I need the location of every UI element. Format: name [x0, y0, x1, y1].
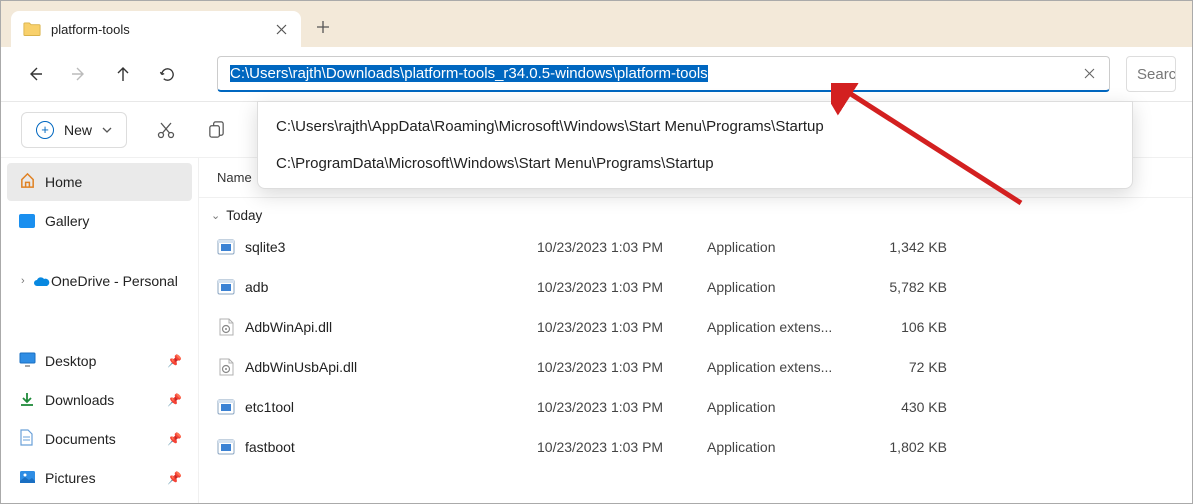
- dll-icon: [217, 318, 235, 336]
- file-type: Application extens...: [707, 359, 877, 375]
- file-name: etc1tool: [245, 399, 294, 415]
- copy-icon[interactable]: [205, 119, 227, 141]
- sidebar-label: Pictures: [45, 470, 96, 486]
- pin-icon: 📌: [167, 432, 182, 446]
- application-icon: [217, 278, 235, 296]
- back-button[interactable]: [17, 56, 53, 92]
- file-row[interactable]: sqlite3 10/23/2023 1:03 PMApplication1,34…: [199, 227, 1192, 267]
- new-button-label: New: [64, 122, 92, 138]
- file-row[interactable]: AdbWinApi.dll 10/23/2023 1:03 PMApplicati…: [199, 307, 1192, 347]
- file-date: 10/23/2023 1:03 PM: [537, 279, 707, 295]
- up-button[interactable]: [105, 56, 141, 92]
- folder-icon: [23, 22, 41, 36]
- sidebar-item-documents[interactable]: Documents 📌: [7, 420, 192, 458]
- pin-icon: 📌: [167, 354, 182, 368]
- chevron-down-icon: [102, 127, 112, 133]
- new-tab-button[interactable]: [305, 9, 341, 45]
- file-size: 106 KB: [877, 319, 977, 335]
- suggestion-item[interactable]: C:\Users\rajth\AppData\Roaming\Microsoft…: [258, 108, 1132, 145]
- titlebar: platform-tools: [1, 1, 1192, 47]
- new-button[interactable]: + New: [21, 112, 127, 148]
- application-icon: [217, 438, 235, 456]
- file-size: 1,342 KB: [877, 239, 977, 255]
- application-icon: [217, 238, 235, 256]
- file-row[interactable]: AdbWinUsbApi.dll 10/23/2023 1:03 PMApplic…: [199, 347, 1192, 387]
- search-input[interactable]: Search: [1126, 56, 1176, 92]
- file-size: 72 KB: [877, 359, 977, 375]
- file-name: fastboot: [245, 439, 295, 455]
- file-size: 5,782 KB: [877, 279, 977, 295]
- file-name: AdbWinApi.dll: [245, 319, 332, 335]
- file-row[interactable]: etc1tool 10/23/2023 1:03 PMApplication430…: [199, 387, 1192, 427]
- pictures-icon: [19, 470, 36, 487]
- file-size: 1,802 KB: [877, 439, 977, 455]
- file-name: adb: [245, 279, 268, 295]
- address-suggestions-dropdown: C:\Users\rajth\AppData\Roaming\Microsoft…: [257, 101, 1133, 189]
- application-icon: [217, 398, 235, 416]
- chevron-right-icon: ›: [21, 275, 25, 287]
- sidebar-label: Gallery: [45, 213, 89, 229]
- gallery-icon: [19, 214, 35, 228]
- sidebar-item-downloads[interactable]: Downloads 📌: [7, 381, 192, 419]
- chevron-down-icon: ⌄: [211, 209, 220, 222]
- file-date: 10/23/2023 1:03 PM: [537, 319, 707, 335]
- clear-address-button[interactable]: [1077, 62, 1101, 86]
- home-icon: [19, 172, 36, 192]
- file-name: AdbWinUsbApi.dll: [245, 359, 357, 375]
- group-label: Today: [226, 208, 262, 223]
- sidebar-label: Desktop: [45, 353, 96, 369]
- sidebar-label: Documents: [45, 431, 116, 447]
- sidebar-item-gallery[interactable]: Gallery: [7, 202, 192, 240]
- pin-icon: 📌: [167, 471, 182, 485]
- refresh-button[interactable]: [149, 56, 185, 92]
- file-date: 10/23/2023 1:03 PM: [537, 439, 707, 455]
- tab-close-button[interactable]: [273, 21, 289, 37]
- file-type: Application: [707, 399, 877, 415]
- file-name: sqlite3: [245, 239, 285, 255]
- file-type: Application: [707, 439, 877, 455]
- toolbar: C:\Users\rajth\Downloads\platform-tools_…: [1, 47, 1192, 102]
- group-header-today[interactable]: ⌄ Today: [199, 198, 1192, 227]
- file-date: 10/23/2023 1:03 PM: [537, 359, 707, 375]
- sidebar-label: OneDrive - Personal: [51, 273, 178, 289]
- pin-icon: 📌: [167, 393, 182, 407]
- file-list: Name Date modified Type Size ⌄ Today sql…: [199, 158, 1192, 503]
- sidebar: Home Gallery › OneDrive - Personal Deskt…: [1, 158, 199, 503]
- file-date: 10/23/2023 1:03 PM: [537, 239, 707, 255]
- plus-icon: +: [36, 121, 54, 139]
- desktop-icon: [19, 352, 36, 370]
- downloads-icon: [19, 391, 35, 410]
- file-type: Application: [707, 279, 877, 295]
- address-bar[interactable]: C:\Users\rajth\Downloads\platform-tools_…: [217, 56, 1110, 92]
- sidebar-item-pictures[interactable]: Pictures 📌: [7, 459, 192, 497]
- forward-button[interactable]: [61, 56, 97, 92]
- sidebar-label: Home: [45, 174, 82, 190]
- file-type: Application: [707, 239, 877, 255]
- suggestion-item[interactable]: C:\ProgramData\Microsoft\Windows\Start M…: [258, 145, 1132, 182]
- tab[interactable]: platform-tools: [11, 11, 301, 47]
- file-date: 10/23/2023 1:03 PM: [537, 399, 707, 415]
- file-type: Application extens...: [707, 319, 877, 335]
- dll-icon: [217, 358, 235, 376]
- sidebar-item-home[interactable]: Home: [7, 163, 192, 201]
- file-row[interactable]: fastboot 10/23/2023 1:03 PMApplication1,8…: [199, 427, 1192, 467]
- cut-icon[interactable]: [155, 119, 177, 141]
- sidebar-item-onedrive[interactable]: › OneDrive - Personal: [7, 262, 192, 300]
- address-input[interactable]: C:\Users\rajth\Downloads\platform-tools_…: [226, 63, 1077, 84]
- onedrive-icon: [33, 275, 51, 287]
- sidebar-label: Downloads: [45, 392, 114, 408]
- documents-icon: [19, 429, 33, 449]
- file-row[interactable]: adb 10/23/2023 1:03 PMApplication5,782 KB: [199, 267, 1192, 307]
- sidebar-item-desktop[interactable]: Desktop 📌: [7, 342, 192, 380]
- file-size: 430 KB: [877, 399, 977, 415]
- tab-title: platform-tools: [51, 22, 273, 37]
